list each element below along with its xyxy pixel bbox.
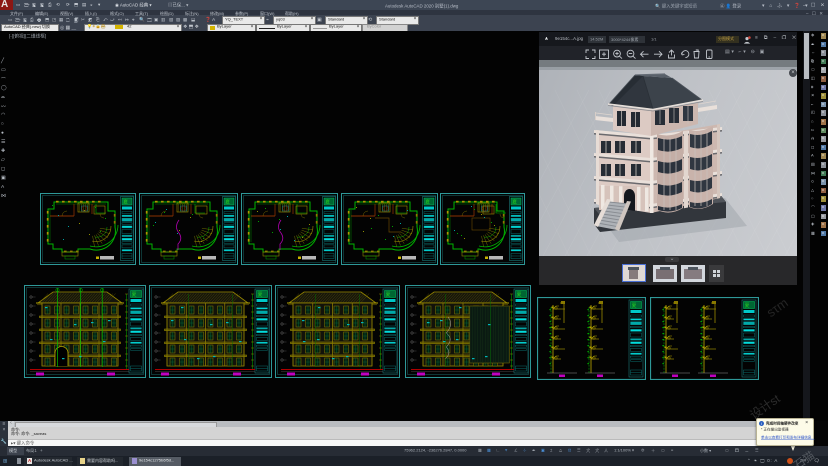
- svg-text:夏: 夏: [517, 292, 522, 298]
- svg-text:夏: 夏: [325, 200, 330, 206]
- svg-text:夏: 夏: [132, 292, 137, 298]
- svg-text:夏: 夏: [512, 200, 517, 206]
- svg-text:夏: 夏: [225, 200, 230, 206]
- svg-text:夏: 夏: [425, 200, 430, 206]
- svg-text:夏: 夏: [745, 303, 750, 309]
- svg-text:夏: 夏: [258, 292, 263, 298]
- svg-text:夏: 夏: [632, 303, 637, 309]
- svg-text:夏: 夏: [386, 292, 391, 298]
- svg-text:夏: 夏: [123, 200, 128, 206]
